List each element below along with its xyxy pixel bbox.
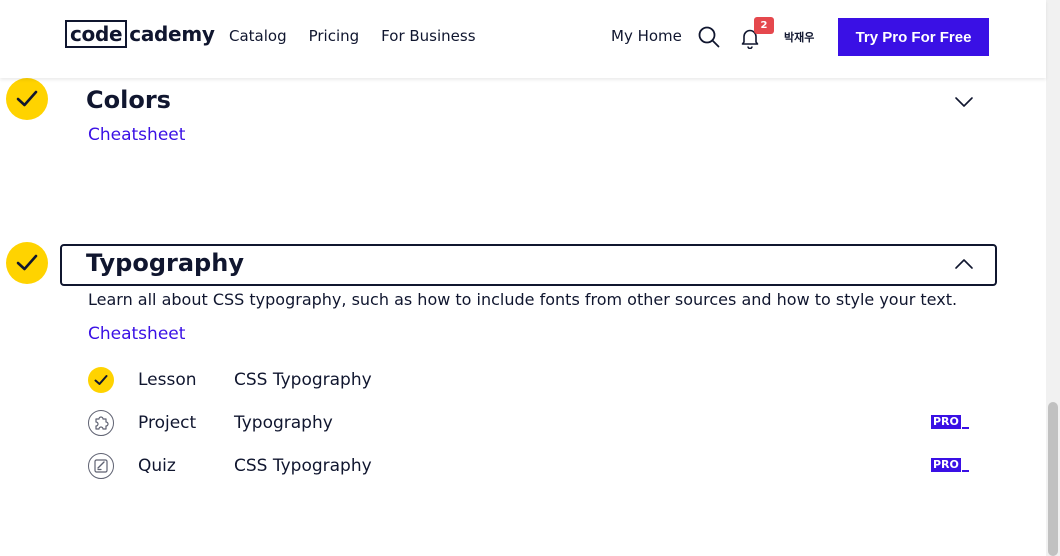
- module-title-colors[interactable]: Colors: [86, 86, 171, 114]
- project-item[interactable]: Project Typography PRO: [88, 410, 978, 438]
- lesson-item[interactable]: Lesson CSS Typography: [88, 367, 978, 395]
- completed-check-icon: [88, 367, 114, 393]
- search-icon[interactable]: [698, 26, 720, 48]
- item-name: Typography: [234, 413, 333, 433]
- item-name: CSS Typography: [234, 456, 372, 476]
- codecademy-logo[interactable]: code cademy: [65, 20, 215, 48]
- logo-boxed-text: code: [65, 20, 128, 48]
- quiz-icon: [88, 453, 114, 479]
- item-type: Quiz: [138, 456, 176, 476]
- nav-pricing[interactable]: Pricing: [309, 27, 360, 45]
- item-name: CSS Typography: [234, 370, 372, 390]
- nav-for-business[interactable]: For Business: [381, 27, 475, 45]
- colors-cheatsheet-link[interactable]: Cheatsheet: [88, 125, 185, 145]
- chevron-up-icon[interactable]: [954, 258, 974, 270]
- logo-text: cademy: [129, 22, 215, 46]
- pro-badge: PRO: [931, 458, 961, 472]
- item-type: Project: [138, 413, 197, 433]
- quiz-item[interactable]: Quiz CSS Typography PRO: [88, 453, 978, 481]
- pro-badge-underline: [962, 427, 969, 429]
- pro-badge-underline: [962, 470, 969, 472]
- main-nav: Catalog Pricing For Business: [229, 27, 498, 45]
- module-description: Learn all about CSS typography, such as …: [88, 290, 958, 309]
- item-type: Lesson: [138, 370, 197, 390]
- notification-count-badge: 2: [754, 17, 774, 34]
- module-title-typography[interactable]: Typography: [86, 249, 244, 277]
- puzzle-icon: [88, 410, 114, 436]
- typography-completed-check-icon: [6, 242, 48, 284]
- pro-badge: PRO: [931, 415, 961, 429]
- try-pro-button[interactable]: Try Pro For Free: [838, 18, 989, 56]
- colors-completed-check-icon: [6, 78, 48, 120]
- top-nav-bar: code cademy Catalog Pricing For Business …: [0, 0, 1046, 78]
- typography-cheatsheet-link[interactable]: Cheatsheet: [88, 324, 185, 344]
- user-menu[interactable]: 박재우: [784, 29, 814, 45]
- nav-my-home[interactable]: My Home: [611, 27, 682, 45]
- chevron-down-icon[interactable]: [954, 96, 974, 108]
- nav-catalog[interactable]: Catalog: [229, 27, 287, 45]
- scrollbar-thumb[interactable]: [1048, 402, 1058, 556]
